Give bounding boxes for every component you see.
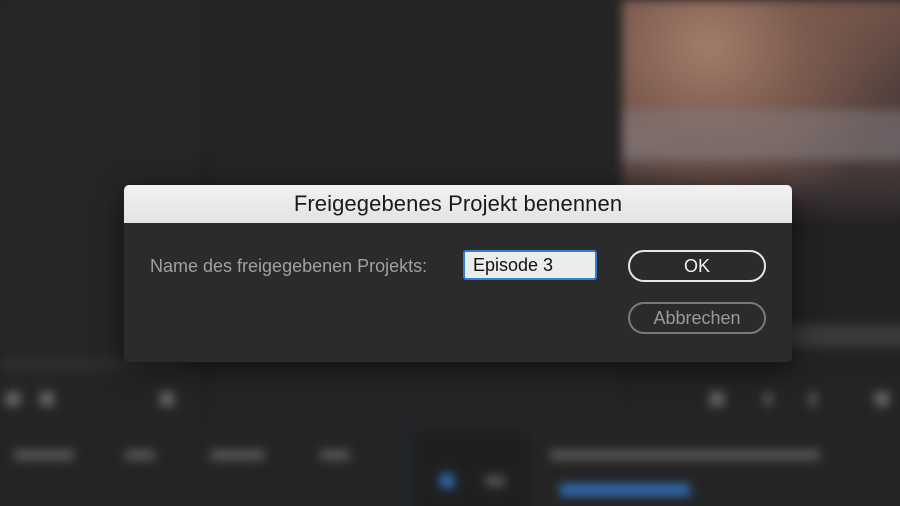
step-icon [40,392,54,406]
screen: Freigegebenes Projekt benennen Name des … [0,0,900,506]
source-scrollbar [0,362,180,366]
step-back-icon [6,392,20,406]
dialog-title: Freigegebenes Projekt benennen [293,191,623,216]
dialog-title-bar[interactable]: Freigegebenes Projekt benennen [124,185,792,223]
ok-button[interactable]: OK [628,250,766,282]
name-shared-project-dialog: Freigegebenes Projekt benennen Name des … [124,185,792,362]
project-panel [0,432,410,506]
panel-tab [320,450,350,460]
cancel-button[interactable]: Abbrechen [628,302,766,334]
panel-tab [14,450,74,460]
panel-tab [210,450,265,460]
program-transport-controls [630,378,900,422]
project-name-label: Name des freigegebenen Projekts: [150,256,428,276]
preview-highlight [622,110,900,160]
source-transport-controls [0,378,205,422]
export-frame-icon [875,392,889,406]
marker-icon [765,392,771,406]
playhead-icon [440,474,454,488]
panel-tab [125,450,155,460]
insert-icon [160,392,174,406]
timeline-panel [530,432,900,506]
play-icon [710,392,724,406]
project-name-input[interactable] [463,250,597,280]
track-label [485,476,505,486]
program-timecode-bar [780,325,900,347]
timeline-tab [550,450,820,460]
marker-icon [810,392,816,406]
timecode-display [560,484,690,496]
